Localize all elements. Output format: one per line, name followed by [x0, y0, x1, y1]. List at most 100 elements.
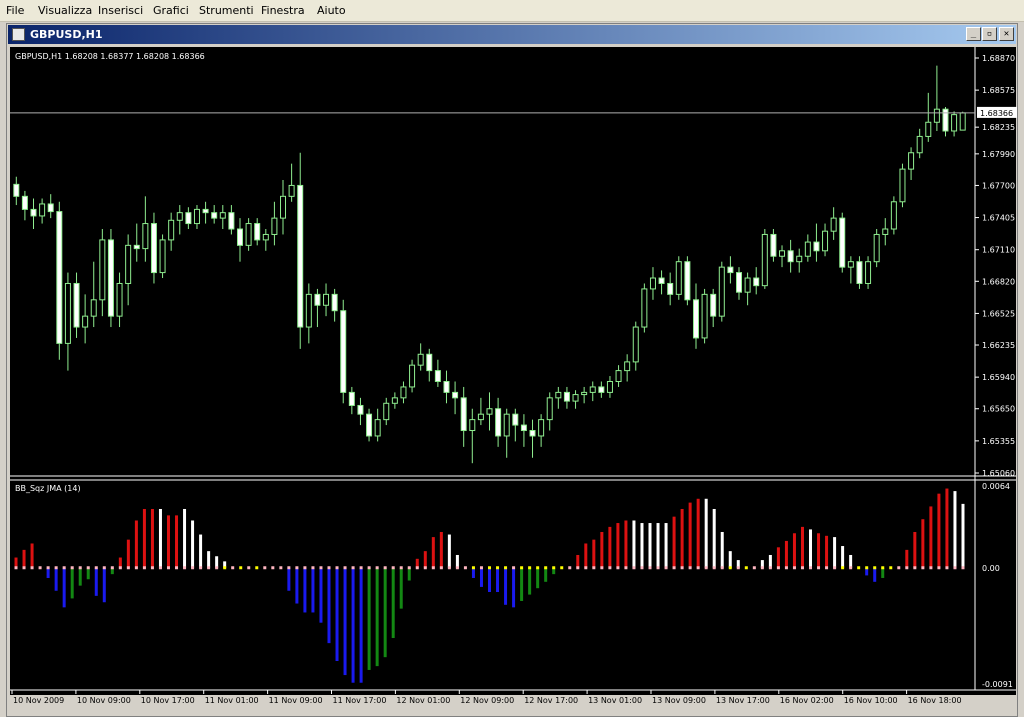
candle-body — [684, 261, 691, 301]
squeeze-dot — [512, 566, 516, 570]
histogram-bar — [126, 539, 130, 568]
price-axis-label: 1.67700 — [982, 181, 1015, 190]
squeeze-dot — [351, 566, 355, 570]
squeeze-dot — [183, 566, 187, 570]
candle-body — [262, 233, 269, 241]
histogram-bar — [158, 508, 162, 568]
price-axis-label: 1.67990 — [982, 150, 1015, 159]
squeeze-dot — [809, 566, 813, 570]
squeeze-dot — [30, 566, 34, 570]
histogram-bar — [391, 567, 395, 639]
histogram-bar — [921, 519, 925, 568]
price-axis-label: 1.65355 — [982, 437, 1015, 446]
histogram-bar — [351, 567, 355, 683]
histogram-bar — [287, 567, 291, 591]
candle-body — [236, 228, 243, 246]
squeeze-dot — [536, 566, 540, 570]
squeeze-dot — [873, 566, 877, 570]
squeeze-dot — [199, 566, 203, 570]
squeeze-dot — [54, 566, 58, 570]
candle-body — [779, 250, 786, 257]
candle-body — [555, 391, 562, 399]
time-axis-label: 11 Nov 01:00 — [205, 696, 259, 705]
candle-body — [219, 212, 226, 219]
candle-body — [271, 217, 278, 235]
squeeze-dot — [672, 566, 676, 570]
squeeze-dot — [800, 566, 804, 570]
squeeze-dot — [415, 566, 419, 570]
squeeze-dot — [680, 566, 684, 570]
histogram-bar — [905, 549, 909, 568]
squeeze-dot — [841, 566, 845, 570]
squeeze-dot — [38, 566, 42, 570]
time-axis-label: 10 Nov 17:00 — [141, 696, 195, 705]
candle-body — [64, 282, 71, 344]
chart-canvas[interactable]: 1.68870 1.68575 1.68235 1.67990 1.67700 1.674… — [0, 0, 1024, 717]
price-axis-label: 1.67110 — [982, 246, 1015, 255]
histogram-bar — [961, 503, 965, 568]
histogram-bar — [704, 498, 708, 568]
candle-body — [624, 361, 631, 372]
candle-body — [133, 244, 140, 250]
price-axis-label: 1.68870 — [982, 54, 1015, 63]
candle-body — [13, 183, 20, 197]
histogram-bar — [504, 567, 508, 605]
histogram-bar — [592, 539, 596, 568]
candle-body — [916, 135, 923, 154]
squeeze-dot — [640, 566, 644, 570]
histogram-bar — [118, 557, 122, 568]
histogram-bar — [166, 515, 170, 568]
histogram-bar — [929, 506, 933, 568]
squeeze-dot — [215, 566, 219, 570]
candle-body — [185, 212, 192, 225]
price-axis-label: 1.66820 — [982, 277, 1015, 286]
squeeze-dot — [62, 566, 66, 570]
candle-body — [56, 211, 63, 344]
squeeze-dot — [544, 566, 548, 570]
histogram-bar — [632, 520, 636, 568]
squeeze-dot — [897, 566, 901, 570]
squeeze-dot — [239, 566, 243, 570]
squeeze-dot — [953, 566, 957, 570]
candle-body — [959, 112, 966, 131]
histogram-bar — [640, 523, 644, 568]
squeeze-dot — [784, 566, 788, 570]
candle-body — [615, 370, 622, 383]
candle-body — [822, 230, 829, 252]
histogram-bar — [183, 508, 187, 568]
histogram-bar — [776, 547, 780, 568]
indicator-axis-label: 0.00 — [982, 564, 1000, 573]
histogram-bar — [809, 529, 813, 568]
candle-body — [675, 261, 682, 295]
squeeze-dot — [367, 566, 371, 570]
candle-body — [933, 108, 940, 123]
squeeze-dot — [455, 566, 459, 570]
histogram-bar — [191, 520, 195, 568]
histogram-bar — [399, 567, 403, 609]
squeeze-dot — [576, 566, 580, 570]
histogram-bar — [207, 551, 211, 568]
squeeze-dot — [343, 566, 347, 570]
candle-body — [804, 241, 811, 257]
candle-body — [340, 310, 347, 393]
histogram-bar — [447, 534, 451, 568]
histogram-bar — [175, 515, 179, 568]
histogram-bar — [439, 531, 443, 568]
histogram-bar — [94, 567, 98, 596]
candle-body — [211, 212, 218, 219]
candle-body — [280, 195, 287, 219]
squeeze-dot — [833, 566, 837, 570]
histogram-bar — [295, 567, 299, 604]
squeeze-dot — [46, 566, 50, 570]
squeeze-dot — [520, 566, 524, 570]
squeeze-dot — [399, 566, 403, 570]
histogram-bar — [383, 567, 387, 658]
squeeze-dot — [616, 566, 620, 570]
squeeze-dot — [295, 566, 299, 570]
histogram-bar — [664, 523, 668, 568]
histogram-bar — [600, 531, 604, 568]
price-axis-label: 1.68575 — [982, 86, 1015, 95]
candle-body — [409, 364, 416, 388]
histogram-bar — [953, 491, 957, 568]
squeeze-dot — [624, 566, 628, 570]
